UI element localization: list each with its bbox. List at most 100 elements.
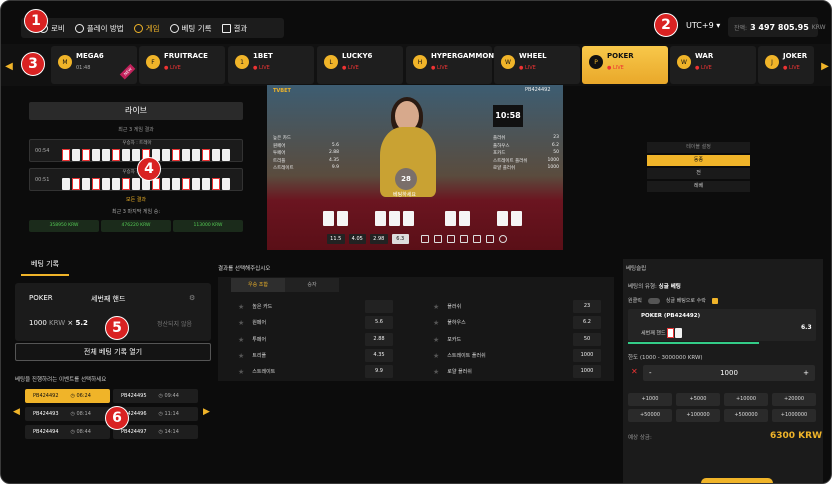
stake-chip[interactable]: +20000: [772, 393, 816, 406]
nav-game[interactable]: 게임: [133, 23, 160, 34]
history-amount: 1000 KRW × 5.2: [29, 319, 88, 327]
tabs-next-arrow[interactable]: ▶: [819, 56, 831, 76]
event-item[interactable]: PB424497 ◷ 14:14: [113, 425, 198, 439]
star-icon[interactable]: ★: [238, 352, 244, 360]
game-tab-lucky6[interactable]: L LUCKY6 ● LIVE: [317, 46, 403, 84]
tabs-prev-arrow[interactable]: ◀: [3, 56, 15, 76]
stake-chip[interactable]: +5000: [676, 393, 720, 406]
odds-chip[interactable]: 4.05: [348, 234, 366, 244]
remove-bet-icon[interactable]: ✕: [631, 367, 638, 376]
playing-card: [72, 178, 80, 190]
bet-option[interactable]: ★ 포카드 50: [433, 332, 603, 347]
star-icon[interactable]: ★: [238, 336, 244, 344]
events-prev-arrow[interactable]: ◀: [13, 407, 20, 417]
game-tab-poker[interactable]: P POKER ● LIVE: [582, 46, 668, 84]
playing-card: [222, 149, 230, 161]
place-bet-button[interactable]: [701, 478, 773, 483]
playing-card: [92, 149, 100, 161]
bet-option[interactable]: ★ 로얄 플러쉬 1000: [433, 364, 603, 379]
star-icon[interactable]: ★: [433, 303, 439, 311]
table-card: [497, 211, 508, 226]
stake-chip[interactable]: +1000: [628, 393, 672, 406]
odds-chip-selected[interactable]: 6.3: [391, 234, 409, 244]
slip-toggles: 원클릭 싱글 베팅으로 수락: [628, 297, 718, 304]
star-icon[interactable]: ★: [238, 368, 244, 376]
star-icon[interactable]: ★: [238, 319, 244, 327]
event-item[interactable]: PB424492 ◷ 06:24: [25, 389, 110, 403]
bet-option[interactable]: ★ 투페어 2.88: [238, 332, 393, 347]
gear-icon[interactable]: ⚙: [189, 294, 195, 302]
stake-chip[interactable]: +1000000: [772, 409, 816, 422]
event-item[interactable]: PB424493 ◷ 08:14: [25, 407, 110, 421]
playing-card: [112, 149, 120, 161]
playing-card: [675, 328, 683, 338]
settings-icon[interactable]: [499, 235, 507, 243]
tab-winning-combo[interactable]: 우승 조합: [231, 278, 285, 292]
nav-results[interactable]: 결과: [221, 23, 247, 34]
nav-bet-history[interactable]: 베팅 기록: [169, 23, 212, 34]
table-card: [459, 211, 470, 226]
all-results-link[interactable]: 모든 결과: [29, 196, 243, 203]
playing-card: [102, 178, 110, 190]
game-tab-war[interactable]: W WAR ● LIVE: [670, 46, 756, 84]
open-all-history-button[interactable]: 전체 베팅 기록 열기: [15, 343, 211, 361]
event-item[interactable]: PB424495 ◷ 09:44: [113, 389, 198, 403]
sound-icon[interactable]: [473, 235, 481, 243]
live-video: TVBET PB424492 10:58 높은 카드 원페어 5.6 투페어 2.8…: [267, 85, 563, 250]
nav-how-to-play[interactable]: 플레이 방법: [74, 23, 124, 34]
bet-option[interactable]: ★ 스트레이트 9.9: [238, 364, 393, 379]
stake-chip[interactable]: +100000: [676, 409, 720, 422]
video-icon[interactable]: [460, 235, 468, 243]
star-icon[interactable]: ★: [433, 336, 439, 344]
stake-chip[interactable]: +500000: [724, 409, 768, 422]
star-icon[interactable]: ★: [433, 368, 439, 376]
view-option-selected[interactable]: 동종: [647, 155, 750, 166]
game-tab-fruitrace[interactable]: F FRUITRACE ● LIVE: [139, 46, 225, 84]
game-tab-joker[interactable]: J JOKER ● LIVE: [758, 46, 814, 84]
stats-icon[interactable]: [434, 235, 442, 243]
bet-option[interactable]: ★ 풀하우스 6.2: [433, 315, 603, 330]
one-click-toggle[interactable]: [647, 297, 660, 304]
game-tab-1bet[interactable]: 1 1BET ● LIVE: [228, 46, 314, 84]
bet-option[interactable]: ★ 스트레이트 플러쉬 1000: [433, 348, 603, 363]
hypergammon-icon: H: [413, 55, 427, 69]
timezone-select[interactable]: UTC+9 ▾: [686, 21, 720, 30]
odds-chip[interactable]: 2.98: [370, 234, 388, 244]
odds-row: 로얄 플러쉬 1000: [493, 165, 559, 171]
decrease-stake-button[interactable]: -: [649, 365, 652, 381]
bet-tabs: 우승 조합 승자: [231, 278, 339, 292]
tab-bet-history[interactable]: 베팅 기록: [21, 259, 69, 276]
tab-winner[interactable]: 승자: [285, 278, 339, 292]
copy-icon[interactable]: [486, 235, 494, 243]
event-item[interactable]: PB424494 ◷ 08:44: [25, 425, 110, 439]
playing-card: [222, 178, 230, 190]
increase-stake-button[interactable]: +: [803, 365, 809, 381]
stake-chip[interactable]: +10000: [724, 393, 768, 406]
bet-option[interactable]: ★ 원페어 5.6: [238, 315, 393, 330]
bet-slip-title: 베팅슬립: [626, 266, 647, 272]
game-tab-hypergammon[interactable]: H HYPERGAMMON ● LIVE: [406, 46, 494, 84]
odds-row: 높은 카드: [273, 136, 291, 141]
accept-single-checkbox[interactable]: [711, 297, 718, 304]
star-icon[interactable]: ★: [433, 319, 439, 327]
bet-option[interactable]: ★ 높은 카드: [238, 299, 393, 314]
pencil-icon[interactable]: [421, 235, 429, 243]
bet-option[interactable]: ★ 트리플 4.35: [238, 348, 393, 363]
playing-card: [132, 178, 140, 190]
star-icon[interactable]: ★: [238, 303, 244, 311]
odds-row: 플러쉬 23: [493, 135, 559, 141]
playing-card: [212, 178, 220, 190]
events-next-arrow[interactable]: ▶: [203, 407, 210, 417]
game-tab-wheel[interactable]: W WHEEL ● LIVE: [494, 46, 580, 84]
odds-chip[interactable]: 11.5: [327, 234, 345, 244]
stake-input[interactable]: - 1000 +: [643, 365, 815, 381]
view-option[interactable]: 전: [647, 168, 750, 179]
view-option[interactable]: 레베: [647, 181, 750, 192]
game-tab-mega6[interactable]: M MEGA6 01:48 NEW: [51, 46, 137, 84]
wheel-icon: W: [501, 55, 515, 69]
fullscreen-icon[interactable]: [447, 235, 455, 243]
star-icon[interactable]: ★: [433, 352, 439, 360]
slip-bet-hand: 세번째 핸드: [641, 328, 683, 338]
bet-option[interactable]: ★ 플러쉬 23: [433, 299, 603, 314]
stake-chip[interactable]: +50000: [628, 409, 672, 422]
